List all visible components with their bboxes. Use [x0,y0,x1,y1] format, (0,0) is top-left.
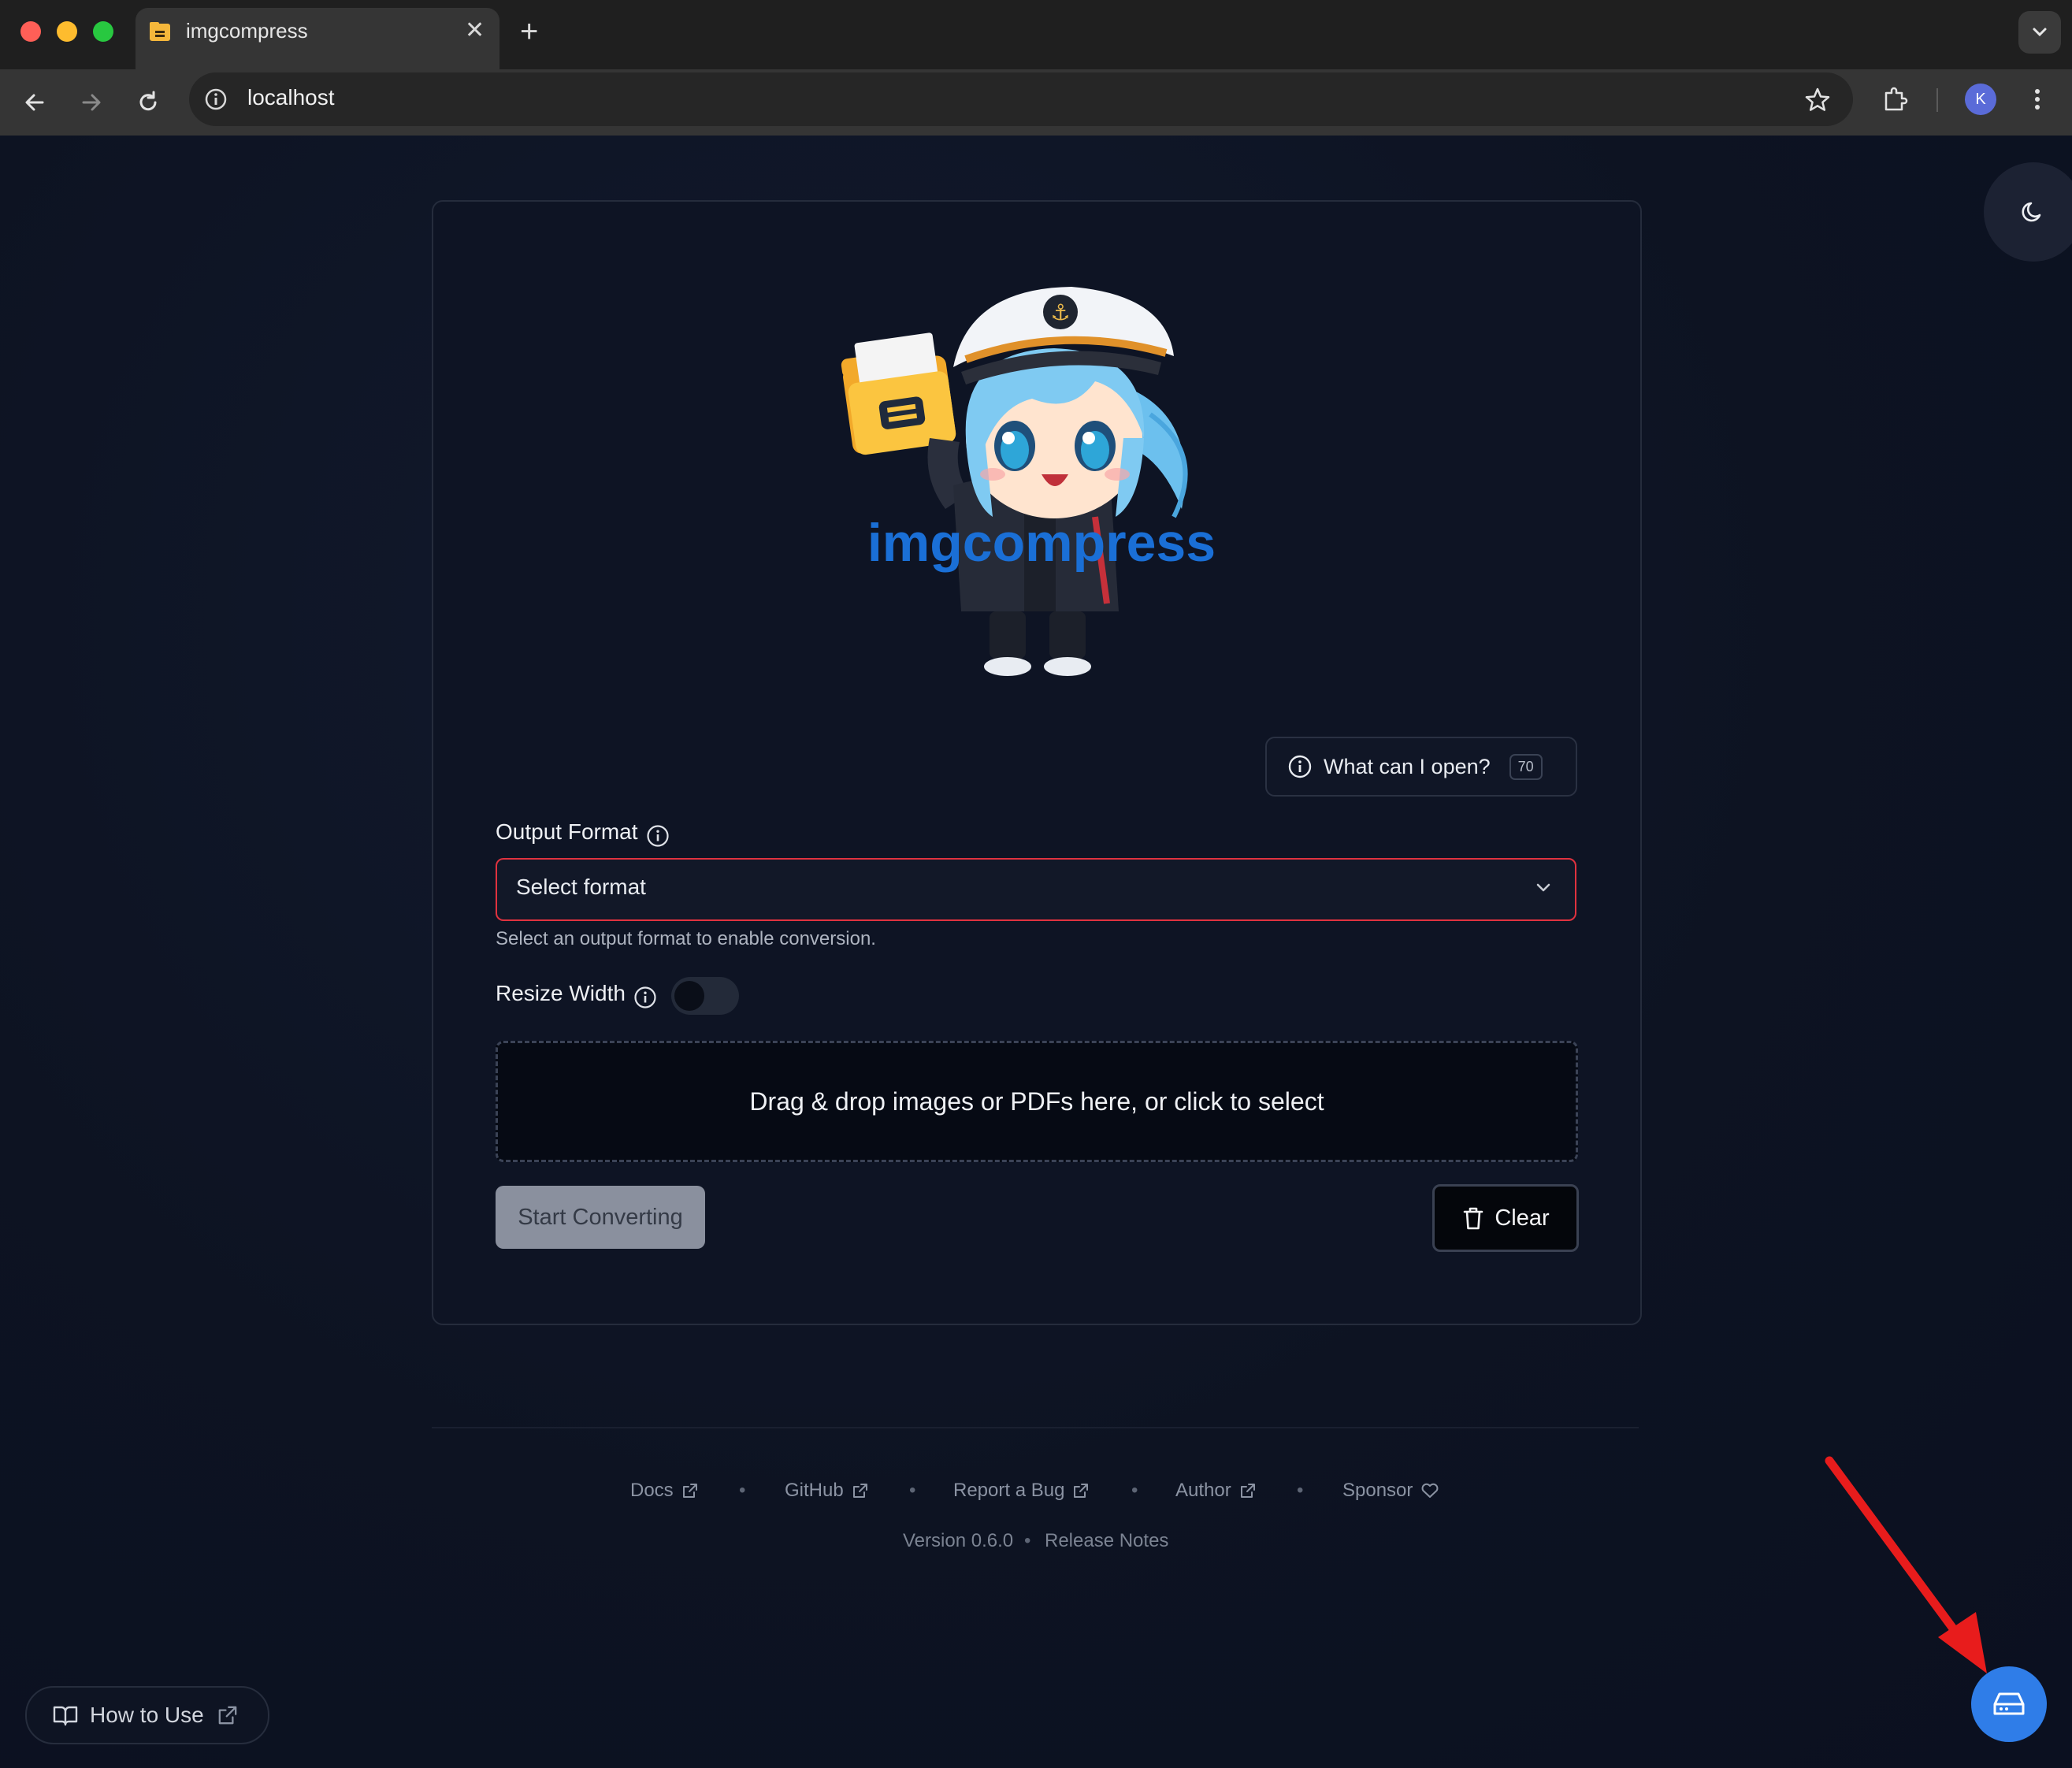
what-can-i-open-button[interactable]: What can I open? 70 [1265,737,1577,797]
footer-link-sponsor[interactable]: Sponsor [1342,1480,1439,1502]
format-count-badge: 70 [1509,753,1543,780]
more-menu-icon[interactable] [2028,85,2047,113]
output-format-info-icon[interactable] [646,824,670,848]
how-to-use-button[interactable]: How to Use [25,1686,269,1744]
file-dropzone[interactable]: Drag & drop images or PDFs here, or clic… [496,1041,1578,1162]
external-link-icon [682,1484,697,1498]
clear-button-label: Clear [1495,1205,1550,1231]
tab-close-icon[interactable]: ✕ [465,16,485,46]
footer-link-author[interactable]: Author [1175,1480,1257,1502]
svg-text:⚓: ⚓ [1050,299,1070,325]
window-minimize-button[interactable] [57,21,77,42]
footer-link-label: Report a Bug [953,1480,1065,1501]
mascot-logo: ⚓ [841,287,1188,676]
tab-title: imgcompress [186,19,308,43]
footer-link-github[interactable]: GitHub [785,1480,869,1502]
logo-wordmark: imgcompress [867,513,1216,573]
chevron-down-icon [1536,883,1550,892]
output-format-select[interactable] [496,858,1576,921]
site-info-icon[interactable] [203,87,228,112]
storage-fab-button[interactable] [1971,1666,2047,1742]
external-link-icon [852,1484,867,1498]
window-close-button[interactable] [20,21,41,42]
footer-separator: • [1024,1530,1031,1551]
footer-separator: • [739,1480,746,1501]
footer-separator: • [1131,1480,1138,1501]
heart-icon [1421,1483,1439,1498]
profile-avatar[interactable]: K [1965,84,1996,115]
bookmark-star-icon[interactable] [1804,87,1831,113]
chevron-down-icon [2033,28,2047,37]
footer-link-label: GitHub [785,1480,844,1501]
url-text[interactable]: localhost [247,85,335,110]
resize-width-info-icon[interactable] [633,986,657,1009]
address-bar[interactable] [189,72,1853,126]
window-maximize-button[interactable] [93,21,113,42]
clear-button[interactable]: Clear [1432,1184,1579,1252]
hard-drive-icon [1993,1692,2025,1715]
footer-separator: • [909,1480,916,1501]
annotation-arrow [1825,1456,1987,1673]
release-notes-link[interactable]: Release Notes [1045,1530,1168,1552]
what-can-i-open-label: What can I open? [1324,754,1491,778]
info-icon [1288,755,1312,778]
reload-icon [139,91,157,111]
version-text: Version 0.6.0 [903,1530,1014,1551]
extensions-icon[interactable] [1881,85,1910,113]
external-link-icon [1074,1484,1089,1498]
external-link-icon [1240,1484,1255,1498]
external-link-icon [218,1706,237,1725]
trash-icon [1464,1207,1483,1230]
resize-width-label: Resize Width [496,981,626,1005]
footer-link-label: Docs [630,1480,674,1501]
folder-favicon-icon [150,22,170,41]
footer-link-label: Author [1175,1480,1231,1501]
forward-button[interactable] [71,82,112,123]
footer-separator: • [1297,1480,1304,1501]
toolbar-divider [1936,88,1938,112]
output-format-helper-text: Select an output format to enable conver… [496,928,876,949]
new-tab-button[interactable]: + [520,13,538,50]
toggle-knob [674,981,704,1011]
book-open-icon [53,1706,78,1726]
reload-button[interactable] [128,82,169,123]
tab-search-button[interactable] [2018,11,2061,54]
footer-link-label: Sponsor [1342,1480,1413,1501]
footer-link-docs[interactable]: Docs [630,1480,699,1502]
arrow-right-icon [82,94,101,111]
arrow-left-icon [25,94,44,111]
footer-link-report-bug[interactable]: Report a Bug [953,1480,1090,1502]
moon-icon [2022,202,2041,222]
back-button[interactable] [14,82,55,123]
output-format-label: Output Format [496,819,638,844]
footer-divider [432,1427,1639,1428]
dropzone-text: Drag & drop images or PDFs here, or clic… [749,1086,1324,1116]
start-converting-button[interactable]: Start Converting [496,1186,705,1249]
how-to-use-label: How to Use [90,1703,204,1727]
output-format-placeholder: Select format [516,875,646,899]
